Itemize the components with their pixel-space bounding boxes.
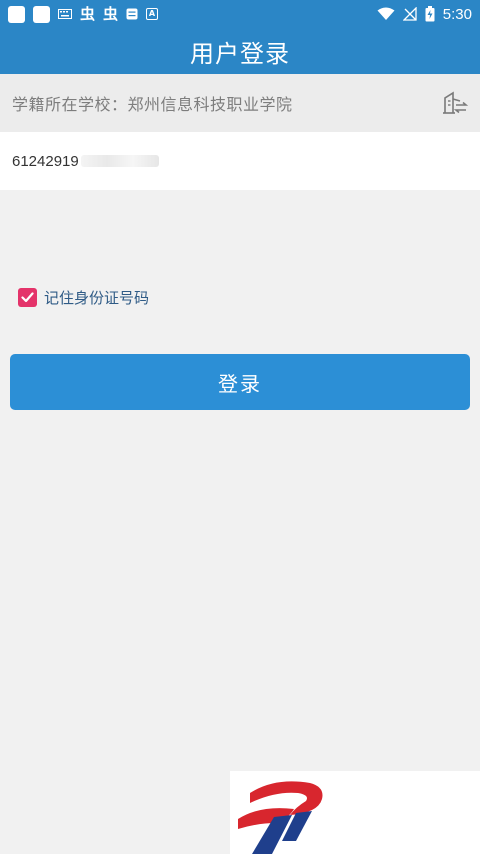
- checkmark-icon: [21, 291, 34, 302]
- no-sim-icon: [402, 7, 417, 21]
- login-button-label: 登录: [218, 371, 262, 396]
- a-box-icon: A: [146, 8, 159, 20]
- school-selector[interactable]: 学籍所在学校：郑州信息科技职业学院: [0, 74, 480, 132]
- title-bar: 用户登录: [0, 28, 480, 74]
- status-bar-notifications: 虫 虫 A: [8, 5, 159, 23]
- watermark-logo: [230, 771, 480, 854]
- message-icon: [126, 8, 138, 20]
- keyboard-icon: [58, 9, 72, 19]
- battery-charging-icon: [425, 6, 435, 22]
- building-switch-icon[interactable]: [442, 90, 468, 116]
- square-icon: [8, 5, 25, 23]
- id-number-field[interactable]: 61242919: [0, 132, 480, 190]
- id-number-value: 61242919: [12, 152, 79, 170]
- bug-icon: 虫: [80, 5, 96, 23]
- login-button[interactable]: 登录: [10, 354, 470, 410]
- school-label: 学籍所在学校：郑州信息科技职业学院: [12, 95, 293, 114]
- status-bar-system: 5:30: [377, 6, 472, 23]
- remember-checkbox[interactable]: [18, 287, 37, 307]
- remember-label: 记住身份证号码: [44, 288, 150, 307]
- remember-id-option[interactable]: 记住身份证号码: [18, 286, 149, 308]
- page-title: 用户登录: [190, 39, 290, 68]
- bug-icon: 虫: [103, 5, 119, 23]
- wifi-icon: [377, 7, 395, 20]
- redacted-mask: [80, 155, 159, 167]
- logo-icon: [238, 781, 323, 854]
- status-time: 5:30: [442, 5, 472, 23]
- square-icon: [33, 5, 50, 23]
- status-bar: 虫 虫 A 5:30: [0, 0, 480, 28]
